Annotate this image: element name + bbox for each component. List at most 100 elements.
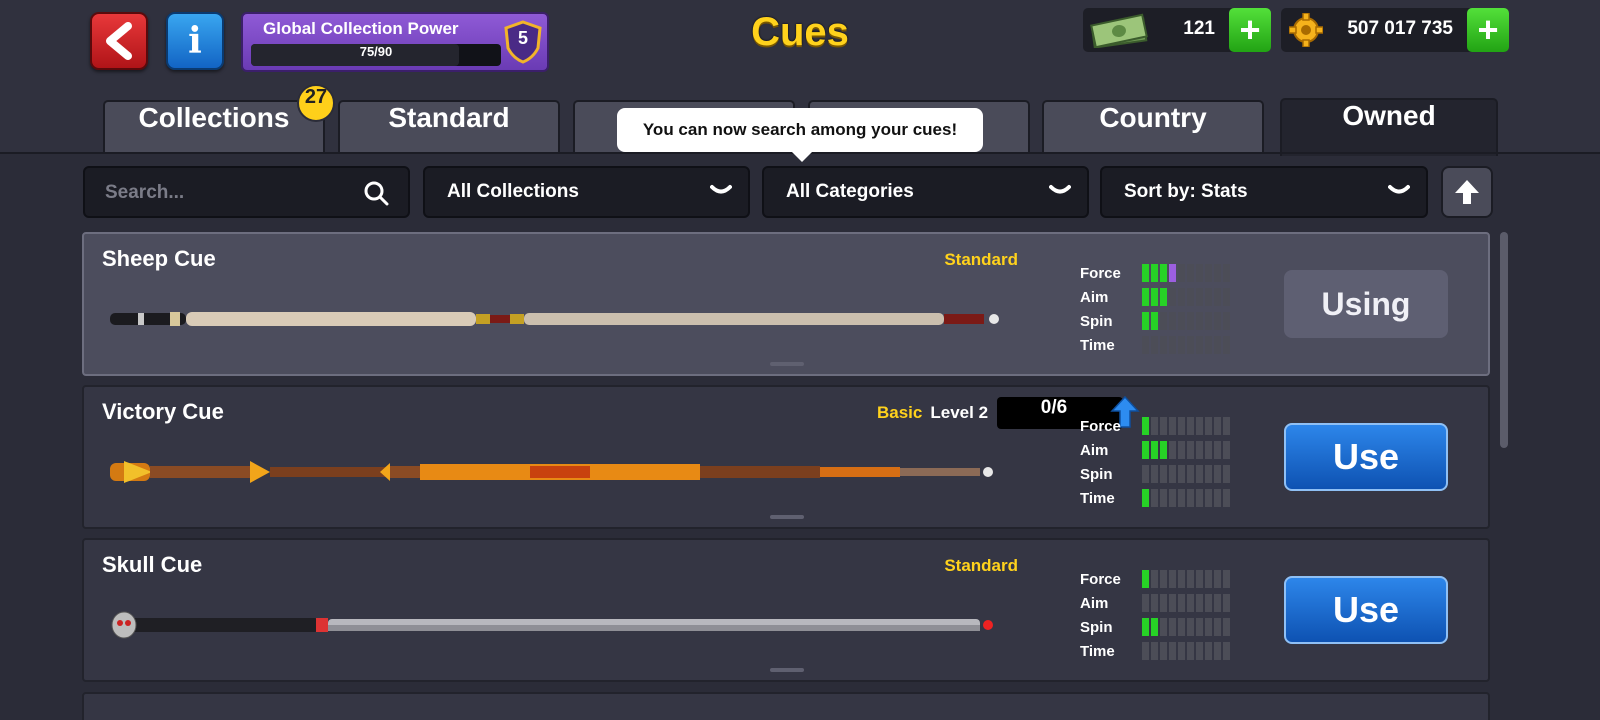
plus-icon: + xyxy=(1239,9,1261,50)
stat-segment xyxy=(1151,312,1158,330)
stat-segment xyxy=(1160,441,1167,459)
stat-segment xyxy=(1142,594,1149,612)
stat-segment xyxy=(1205,441,1212,459)
stat-label: Aim xyxy=(1080,442,1109,459)
time-bar xyxy=(1142,336,1230,354)
stat-segment xyxy=(1196,264,1203,282)
stat-segment xyxy=(1205,594,1212,612)
stat-spin: Spin xyxy=(1080,310,1280,334)
chevron-down-icon xyxy=(710,185,732,194)
global-collection-power[interactable]: Global Collection Power 75/90 5 xyxy=(241,12,549,72)
stat-segment xyxy=(1223,441,1230,459)
stat-segment xyxy=(1187,594,1194,612)
stat-segment xyxy=(1223,570,1230,588)
stat-segment xyxy=(1142,618,1149,636)
stat-segment xyxy=(1160,642,1167,660)
stat-segment xyxy=(1214,489,1221,507)
stat-segment xyxy=(1142,417,1149,435)
back-button[interactable] xyxy=(90,12,148,70)
tab-owned[interactable]: Owned xyxy=(1280,98,1498,156)
stat-spin: Spin xyxy=(1080,616,1280,640)
stat-segment xyxy=(1178,642,1185,660)
cue-card-partial[interactable] xyxy=(82,692,1490,720)
expand-handle[interactable] xyxy=(770,362,804,366)
sort-dropdown[interactable]: Sort by: Stats xyxy=(1100,166,1428,218)
stat-segment xyxy=(1214,264,1221,282)
time-bar xyxy=(1142,642,1230,660)
stat-segment xyxy=(1223,264,1230,282)
stat-segment xyxy=(1196,489,1203,507)
category-dropdown[interactable]: All Categories xyxy=(762,166,1089,218)
stat-segment xyxy=(1223,288,1230,306)
stat-segment xyxy=(1151,489,1158,507)
spin-bar xyxy=(1142,312,1230,330)
expand-handle[interactable] xyxy=(770,668,804,672)
use-button[interactable]: Use xyxy=(1284,576,1448,644)
stat-segment xyxy=(1205,618,1212,636)
stat-label: Force xyxy=(1080,265,1121,282)
collections-badge: 27 xyxy=(297,84,335,122)
stat-segment xyxy=(1178,441,1185,459)
stat-label: Time xyxy=(1080,643,1115,660)
stat-segment xyxy=(1196,570,1203,588)
stat-segment xyxy=(1178,264,1185,282)
stat-segment xyxy=(1169,441,1176,459)
cue-level: Basic Level 2 xyxy=(877,403,988,423)
stat-segment xyxy=(1214,570,1221,588)
tab-standard[interactable]: Standard xyxy=(338,100,560,152)
stat-segment xyxy=(1160,417,1167,435)
search-box[interactable] xyxy=(83,166,410,218)
stat-segment xyxy=(1178,336,1185,354)
stat-segment xyxy=(1196,594,1203,612)
expand-handle[interactable] xyxy=(770,515,804,519)
using-button[interactable]: Using xyxy=(1284,270,1448,338)
tab-collections[interactable]: Collections xyxy=(103,100,325,152)
force-bar xyxy=(1142,570,1230,588)
stat-segment xyxy=(1151,642,1158,660)
stat-segment xyxy=(1214,618,1221,636)
stat-segment xyxy=(1205,465,1212,483)
stat-label: Spin xyxy=(1080,466,1113,483)
stat-segment xyxy=(1205,489,1212,507)
stat-segment xyxy=(1169,642,1176,660)
stat-segment xyxy=(1160,594,1167,612)
stat-segment xyxy=(1214,336,1221,354)
info-button[interactable]: i xyxy=(166,12,224,70)
sort-direction-button[interactable] xyxy=(1441,166,1493,218)
list-scrollbar[interactable] xyxy=(1500,232,1508,448)
stat-segment xyxy=(1187,618,1194,636)
stat-aim: Aim xyxy=(1080,592,1280,616)
stat-segment xyxy=(1178,594,1185,612)
stat-label: Time xyxy=(1080,490,1115,507)
add-cash-button[interactable]: + xyxy=(1229,8,1271,52)
stat-time: Time xyxy=(1080,487,1280,511)
stat-segment xyxy=(1223,465,1230,483)
collection-dropdown-value: All Collections xyxy=(447,181,579,202)
stat-segment xyxy=(1214,594,1221,612)
stat-segment xyxy=(1187,312,1194,330)
power-progress-bar: 75/90 xyxy=(251,44,501,66)
stat-label: Aim xyxy=(1080,289,1109,306)
chevron-down-icon xyxy=(1388,185,1410,194)
tab-country[interactable]: Country xyxy=(1042,100,1264,152)
spin-bar xyxy=(1142,465,1230,483)
cue-card-skull[interactable]: Skull Cue Standard Force Aim Spin Time U… xyxy=(82,538,1490,682)
stat-segment xyxy=(1223,417,1230,435)
search-input[interactable] xyxy=(105,180,345,206)
collection-dropdown[interactable]: All Collections xyxy=(423,166,750,218)
stat-segment xyxy=(1142,465,1149,483)
cue-card-sheep[interactable]: Sheep Cue Standard Force Aim Spin Time U… xyxy=(82,232,1490,376)
stat-segment xyxy=(1205,570,1212,588)
add-coins-button[interactable]: + xyxy=(1467,8,1509,52)
aim-bar xyxy=(1142,441,1230,459)
stat-segment xyxy=(1160,264,1167,282)
coins-balance: 507 017 735 + xyxy=(1281,8,1509,52)
stat-segment xyxy=(1151,618,1158,636)
victory-cue-image xyxy=(110,461,993,483)
stat-segment xyxy=(1151,441,1158,459)
stat-segment xyxy=(1223,489,1230,507)
stat-segment xyxy=(1214,288,1221,306)
cue-card-victory[interactable]: Victory Cue Basic Level 2 0/6 Force Aim S… xyxy=(82,385,1490,529)
stat-segment xyxy=(1151,570,1158,588)
use-button[interactable]: Use xyxy=(1284,423,1448,491)
